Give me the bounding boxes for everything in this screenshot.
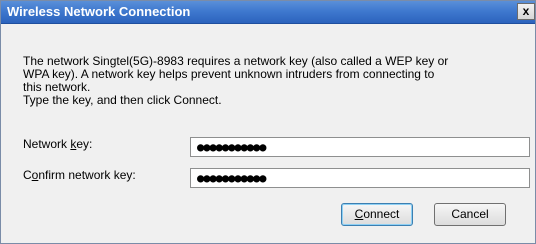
wireless-network-connection-dialog: Wireless Network Connection x The networ… [0,0,536,244]
network-key-field[interactable]: ●●●●●●●●●●● [190,137,530,157]
label-text: Network [23,137,71,151]
label-text: nfirm network key: [38,168,136,182]
close-icon[interactable]: x [517,3,535,20]
network-key-label: Network key: [23,137,92,151]
confirm-network-key-field[interactable]: ●●●●●●●●●●● [190,168,530,188]
message-line: WPA key). A network key helps prevent un… [23,67,435,81]
button-label: onnect [363,207,400,221]
label-text: C [23,168,32,182]
dialog-message: The network Singtel(5G)-8983 requires a … [23,55,523,107]
cancel-button[interactable]: Cancel [434,203,506,226]
message-line: Type the key, and then click Connect. [23,93,222,107]
confirm-network-key-label: Confirm network key: [23,168,136,182]
dialog-title: Wireless Network Connection [7,4,191,19]
connect-button[interactable]: Connect [341,203,413,226]
access-key: C [354,207,364,221]
title-bar[interactable]: Wireless Network Connection x [1,1,535,24]
label-text: ey: [76,137,93,151]
